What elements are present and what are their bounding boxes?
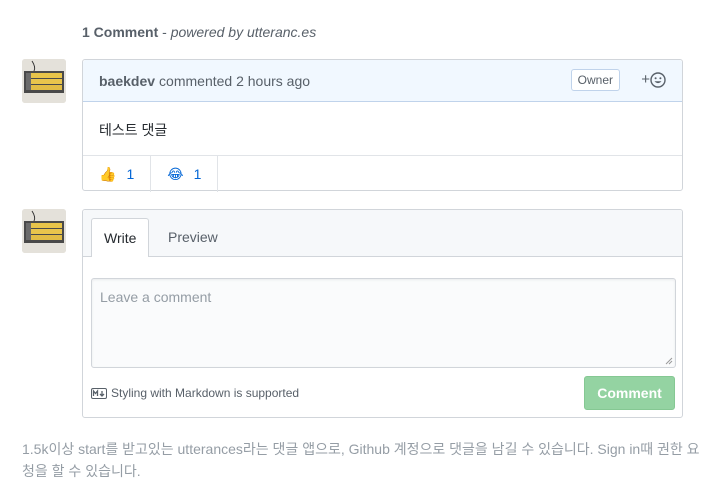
reaction-count: 1: [126, 166, 135, 182]
keyboard-avatar-image: [22, 59, 66, 103]
comment-timestamp[interactable]: commented 2 hours ago: [159, 73, 310, 89]
comment-textarea[interactable]: Leave a comment: [91, 278, 676, 368]
owner-badge: Owner: [570, 69, 620, 91]
plus-label: +: [641, 71, 650, 88]
add-reaction-button[interactable]: +: [641, 71, 666, 88]
laugh-icon: 😂: [167, 165, 184, 182]
description-text: 1.5k이상 start를 받고있는 utterances라는 댓글 앱으로, …: [22, 441, 700, 479]
editor-tabs: Write Preview: [83, 210, 682, 257]
resize-handle-icon[interactable]: [665, 357, 673, 365]
comment-editor: Write Preview Leave a comment Styling wi…: [82, 209, 683, 418]
reactions-bar: 👍 1 😂 1: [83, 156, 682, 192]
comment-header: baekdev commented 2 hours ago Owner +: [83, 60, 682, 102]
header-separator: -: [158, 24, 171, 40]
smiley-icon: [650, 71, 666, 88]
current-user-avatar[interactable]: [22, 209, 66, 253]
textarea-placeholder: Leave a comment: [100, 289, 212, 305]
comment-author[interactable]: baekdev: [99, 73, 155, 89]
thumbs-up-icon: 👍: [99, 165, 117, 182]
markdown-note-label: Styling with Markdown is supported: [111, 386, 300, 400]
comment-card: baekdev commented 2 hours ago Owner + 테스…: [82, 59, 683, 192]
reaction-thumbs-up[interactable]: 👍 1: [83, 156, 152, 192]
comment-submit-button[interactable]: Comment: [584, 376, 675, 410]
tab-preview[interactable]: Preview: [156, 218, 230, 256]
reaction-laugh[interactable]: 😂 1: [151, 156, 219, 192]
keyboard-avatar-image: [22, 209, 66, 253]
tab-write[interactable]: Write: [91, 218, 150, 257]
markdown-note[interactable]: Styling with Markdown is supported: [91, 386, 299, 400]
reaction-count: 1: [193, 166, 202, 182]
comment-body: 테스트 댓글: [83, 102, 682, 156]
comment-count: 1 Comment: [82, 24, 159, 40]
comments-header: 1 Comment - powered by utteranc.es: [82, 24, 316, 40]
markdown-icon: [91, 387, 107, 399]
avatar[interactable]: [22, 59, 66, 103]
powered-by-link[interactable]: powered by utteranc.es: [171, 24, 317, 40]
